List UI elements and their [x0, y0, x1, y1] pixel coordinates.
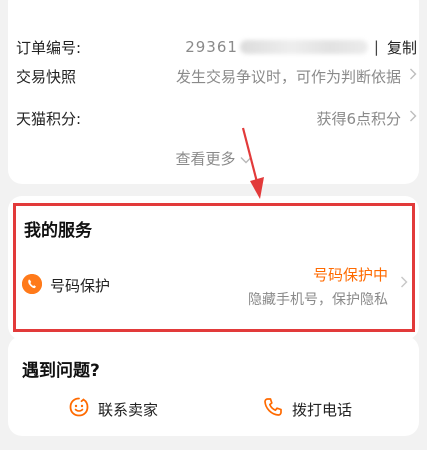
copy-separator: | — [373, 38, 379, 56]
annotation-highlight-box — [13, 203, 415, 332]
order-detail-page: 订单编号: 29361 | 复制 交易快照 发生交易争议时，可作为判断依据 天猫… — [0, 0, 427, 450]
copy-button[interactable]: 复制 — [387, 37, 417, 58]
points-label: 天猫积分: — [16, 109, 82, 128]
order-number-label: 订单编号: — [16, 38, 82, 57]
smile-face-icon — [68, 396, 90, 422]
points-row[interactable]: 天猫积分: 获得6点积分 — [16, 103, 417, 133]
view-more-button[interactable]: 查看更多 — [0, 148, 427, 169]
points-value: 获得6点积分 — [316, 109, 401, 128]
call-phone-label: 拨打电话 — [292, 400, 353, 419]
chevron-right-icon — [409, 110, 417, 126]
call-phone-button[interactable]: 拨打电话 — [262, 396, 352, 422]
snapshot-label: 交易快照 — [16, 67, 77, 86]
view-more-label: 查看更多 — [175, 150, 236, 168]
chevron-down-icon — [240, 153, 252, 167]
contact-seller-label: 联系卖家 — [98, 400, 159, 419]
order-number-redaction — [239, 40, 368, 54]
contact-seller-button[interactable]: 联系卖家 — [68, 396, 158, 422]
order-number-row: 订单编号: 29361 | 复制 — [16, 32, 417, 62]
snapshot-value: 发生交易争议时，可作为判断依据 — [175, 67, 401, 86]
order-number-value: 29361 — [185, 38, 238, 56]
phone-handset-icon — [262, 396, 284, 422]
chevron-right-icon — [409, 68, 417, 84]
help-title: 遇到问题? — [22, 361, 100, 381]
snapshot-row[interactable]: 交易快照 发生交易争议时，可作为判断依据 — [16, 61, 417, 91]
